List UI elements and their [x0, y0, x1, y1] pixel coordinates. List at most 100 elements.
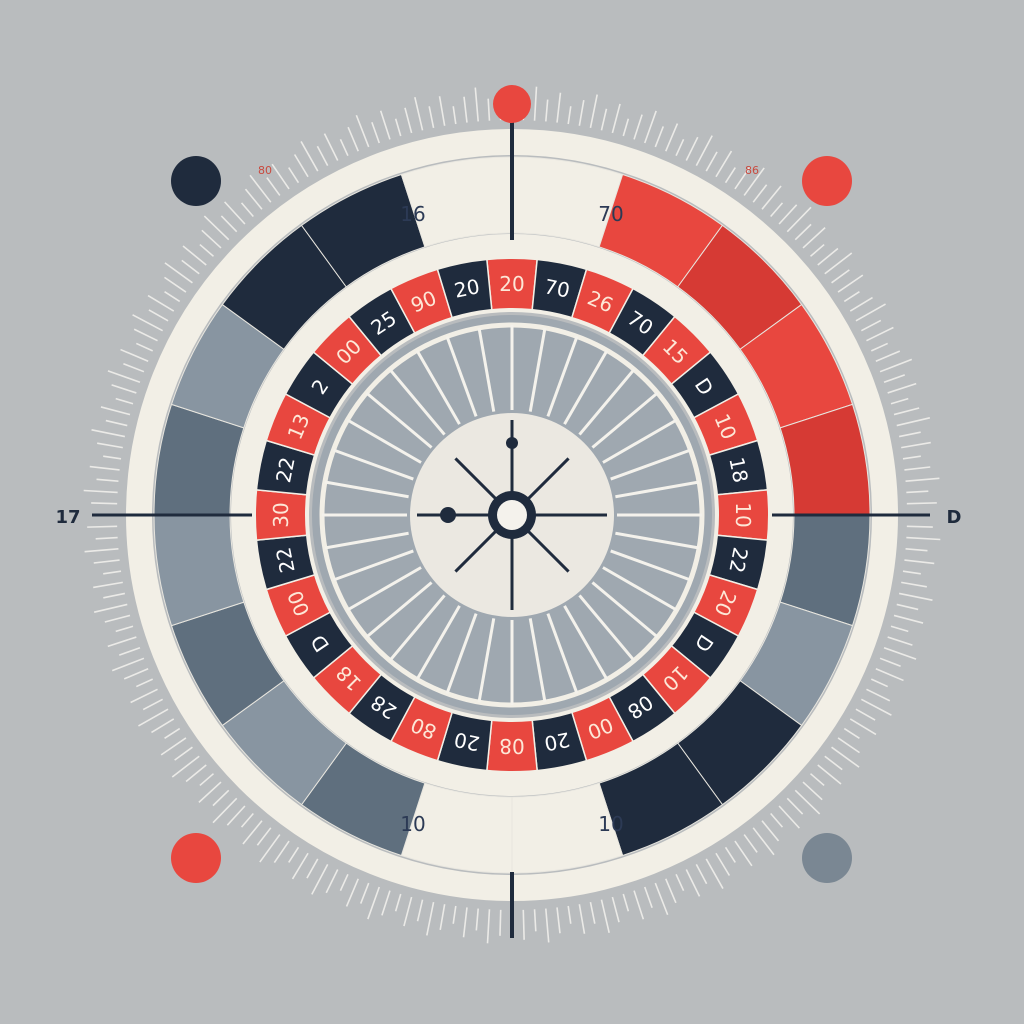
tick-mark: [111, 384, 137, 394]
pocket-number: 70: [542, 274, 572, 303]
tick-mark: [675, 138, 685, 157]
tick-mark: [843, 727, 860, 739]
tick-mark: [91, 429, 126, 438]
tick-mark: [870, 678, 889, 688]
tick-mark: [185, 764, 207, 783]
tick-mark: [860, 319, 882, 332]
tick-mark: [164, 727, 181, 739]
tick-mark: [743, 834, 758, 853]
tick-mark: [567, 905, 572, 924]
tick-mark: [896, 603, 919, 611]
pocket-number: 22: [271, 455, 300, 485]
tick-mark: [87, 525, 118, 528]
pocket-number: 20: [452, 274, 482, 303]
tick-mark: [893, 614, 924, 624]
tick-mark: [100, 406, 131, 416]
tick-mark: [220, 215, 238, 233]
tick-mark: [665, 878, 677, 904]
tick-mark: [83, 489, 118, 494]
tick-mark: [93, 559, 120, 564]
tick-mark: [545, 99, 549, 122]
pocket-number: 08: [499, 734, 524, 758]
tick-mark: [522, 909, 525, 940]
tick-mark: [802, 227, 826, 249]
tick-mark: [898, 431, 921, 438]
tick-mark: [311, 863, 329, 895]
pocket-number: 20: [452, 727, 482, 756]
tick-mark: [843, 291, 860, 303]
tick-mark: [906, 525, 933, 528]
tick-mark: [724, 846, 736, 863]
tick-mark: [695, 863, 708, 885]
tick-mark: [240, 812, 254, 828]
tick-mark: [898, 592, 933, 601]
pocket-number: 22: [271, 545, 300, 575]
tick-mark: [403, 896, 413, 927]
left-marker-label: 17: [55, 507, 80, 528]
tick-mark: [675, 873, 685, 892]
tick-mark: [906, 502, 937, 505]
tick-mark: [499, 909, 502, 936]
dot-top-right: [802, 156, 852, 206]
tick-mark: [224, 201, 246, 225]
tick-mark: [182, 245, 207, 266]
tick-mark: [611, 896, 620, 923]
tick-mark: [293, 154, 309, 178]
tick-mark: [288, 846, 300, 863]
tick-mark: [705, 858, 724, 889]
tick-mark: [906, 536, 941, 541]
tick-mark: [198, 781, 222, 803]
pocket-number: 22: [724, 545, 753, 575]
tick-mark: [89, 465, 120, 471]
hub-knob: [440, 507, 456, 523]
tick-mark: [890, 625, 909, 633]
tick-mark: [831, 269, 850, 284]
tick-mark: [347, 126, 359, 152]
tick-mark: [875, 350, 901, 362]
tick-mark: [887, 382, 917, 394]
tick-mark: [866, 688, 891, 702]
tick-mark: [463, 96, 468, 123]
tick-mark: [770, 202, 784, 218]
tick-mark: [860, 698, 892, 716]
pocket-number: 10: [731, 502, 755, 527]
tick-mark: [394, 118, 402, 137]
tick-mark: [567, 106, 572, 125]
tick-mark: [325, 869, 339, 894]
roulette-wheel[interactable]: 20 70 267015D1018102220D100800200820802818…: [0, 0, 1024, 1024]
tick-mark: [761, 185, 782, 210]
tick-mark: [452, 905, 457, 924]
tick-mark: [271, 163, 290, 190]
pocket-number: 20: [542, 727, 572, 756]
tick-mark: [901, 441, 931, 449]
tick-mark: [97, 442, 123, 449]
tick-mark: [589, 901, 596, 924]
tick-mark: [147, 294, 175, 312]
tick-mark: [475, 908, 479, 931]
tick-mark: [148, 309, 169, 322]
tick-mark: [875, 668, 904, 682]
tick-mark: [199, 243, 215, 257]
tick-mark: [778, 805, 800, 829]
tick-mark: [84, 548, 119, 553]
tick-mark: [761, 820, 780, 842]
hub-center-cap[interactable]: [497, 500, 527, 530]
outer-label-bottom-right: 10: [598, 812, 623, 836]
tick-mark: [734, 840, 753, 867]
tick-mark: [578, 904, 586, 934]
tick-mark: [849, 718, 877, 736]
tick-mark: [715, 150, 733, 178]
tick-mark: [643, 886, 653, 909]
tick-mark: [600, 108, 608, 131]
tick-mark: [107, 370, 141, 384]
tick-mark: [556, 92, 562, 123]
tick-mark: [643, 110, 657, 144]
tick-mark: [905, 548, 928, 552]
tick-mark: [339, 873, 349, 892]
tick-mark: [752, 184, 768, 203]
tick-mark: [95, 536, 118, 540]
tick-mark: [323, 133, 339, 161]
outer-label-top-right: 70: [598, 202, 623, 226]
tick-mark: [906, 490, 929, 494]
dot-bottom-left: [171, 833, 221, 883]
